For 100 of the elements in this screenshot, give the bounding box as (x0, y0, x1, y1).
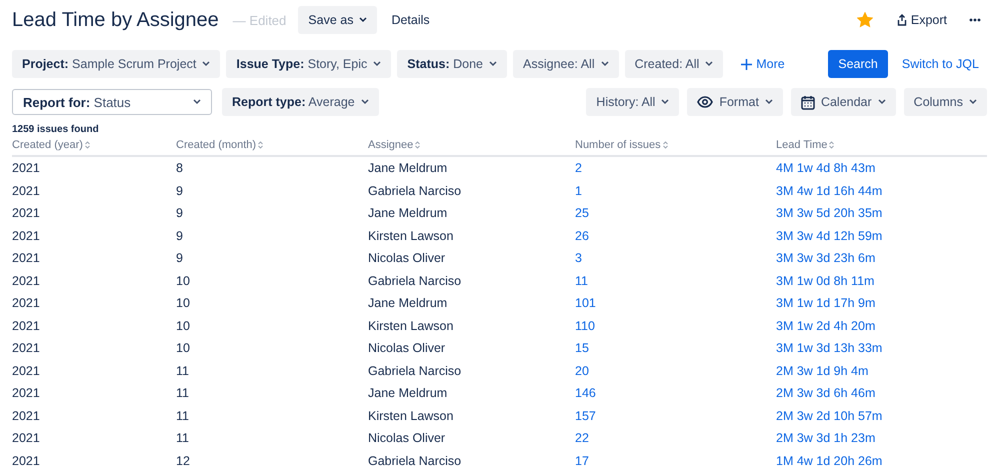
report-for-select[interactable]: Report for: Status (12, 89, 212, 115)
table-link[interactable]: 1 (575, 184, 582, 198)
sort-icon (415, 141, 420, 149)
switch-to-jql-link[interactable]: Switch to JQL (894, 50, 987, 78)
table-link[interactable]: 3M 1w 1d 17h 9m (776, 296, 876, 310)
table-cell: 11 (176, 431, 189, 446)
edited-status: — Edited (232, 12, 286, 28)
table-cell: 9 (176, 206, 183, 220)
chevron-down-icon (600, 61, 609, 67)
chevron-down-icon (489, 61, 497, 67)
table-cell: Gabriela Narciso (368, 184, 462, 198)
table-cell: 2021 (12, 161, 40, 176)
sort-icon (662, 141, 668, 149)
eye-icon (697, 96, 714, 108)
table-cell: 2021 (12, 318, 40, 333)
table-cell: Kirsten Lawson (368, 228, 454, 243)
table-link[interactable]: 2M 3w 1d 9h 4m (776, 364, 868, 378)
table-cell: 10 (176, 318, 190, 333)
table-cell: 10 (176, 274, 190, 288)
table-cell: 2021 (12, 454, 40, 468)
table-link[interactable]: 11 (575, 274, 588, 288)
table-link[interactable]: 2M 3w 3d 1h 23m (776, 431, 876, 446)
table-cell: Jane Meldrum (368, 206, 448, 220)
table-link[interactable]: 3M 3w 3d 23h 6m (776, 251, 876, 266)
filter-dropdown[interactable]: Issue Type: Story, Epic (226, 50, 392, 78)
view-option-button[interactable]: History: All (586, 88, 680, 116)
table-link[interactable]: 20 (575, 364, 589, 378)
column-header[interactable]: Created (month) (176, 135, 368, 157)
column-header[interactable]: Created (year) (12, 135, 176, 157)
table-link[interactable]: 3 (575, 251, 582, 266)
table-cell: 2021 (12, 206, 40, 220)
table-link[interactable]: 25 (575, 206, 589, 220)
more-filters-button[interactable]: More (733, 50, 793, 78)
more-icon[interactable] (969, 18, 981, 22)
report-type-dropdown[interactable]: Report type: Average (222, 88, 379, 116)
chevron-down-icon (661, 99, 670, 105)
view-option-button[interactable]: Calendar (790, 88, 896, 116)
sort-icon (84, 141, 90, 149)
table-cell: 11 (176, 386, 189, 400)
share-icon (896, 14, 907, 26)
table-cell: Jane Meldrum (368, 296, 448, 310)
chevron-down-icon (360, 99, 369, 105)
plus-icon (741, 58, 752, 70)
view-option-button[interactable]: Format (687, 88, 783, 116)
column-header[interactable]: Lead Time (776, 135, 987, 157)
table-link[interactable]: 146 (575, 386, 596, 400)
table-cell: Kirsten Lawson (368, 408, 454, 423)
table-link[interactable]: 157 (575, 408, 596, 423)
table-link[interactable]: 3M 3w 5d 20h 35m (776, 206, 882, 220)
filter-dropdown[interactable]: Project: Sample Scrum Project (12, 50, 220, 78)
table-link[interactable]: 22 (575, 431, 589, 446)
table-cell: 2021 (12, 408, 40, 423)
report-title: Lead Time by Assignee (12, 8, 219, 32)
table-link[interactable]: 3M 3w 4d 12h 59m (776, 228, 882, 243)
table-cell: 2021 (12, 274, 40, 288)
table-link[interactable]: 2 (575, 161, 582, 176)
table-cell: 9 (176, 228, 183, 243)
table-link[interactable]: 1M 4w 1d 20h 26m (776, 454, 882, 468)
table-link[interactable]: 101 (575, 296, 596, 310)
table-link[interactable]: 3M 4w 1d 16h 44m (776, 184, 882, 198)
table-link[interactable]: 15 (575, 341, 589, 356)
table-cell: Nicolas Oliver (368, 341, 446, 356)
table-link[interactable]: 2M 3w 3d 6h 46m (776, 386, 876, 400)
table-link[interactable]: 3M 1w 0d 8h 11m (776, 274, 874, 288)
view-option-button[interactable]: Columns (904, 88, 987, 116)
table-cell: 11 (176, 408, 189, 423)
chevron-down-icon (359, 17, 368, 23)
save-as-button[interactable]: Save as (298, 6, 378, 34)
column-header[interactable]: Assignee (368, 135, 575, 157)
export-button[interactable]: Export (888, 6, 955, 34)
table-cell: 10 (176, 296, 190, 310)
chevron-down-icon (969, 99, 977, 105)
table-cell: 2021 (12, 431, 40, 446)
chevron-down-icon (764, 99, 773, 105)
calendar-icon (800, 94, 815, 110)
table-cell: 9 (176, 251, 183, 266)
details-link[interactable]: Details (383, 6, 438, 34)
table-cell: 2021 (12, 184, 40, 198)
filter-dropdown[interactable]: Created: All (624, 50, 724, 78)
table-cell: 2021 (12, 296, 40, 310)
table-cell: 2021 (12, 251, 40, 266)
table-link[interactable]: 3M 1w 2d 4h 20m (776, 318, 876, 333)
table-cell: 9 (176, 184, 183, 198)
table-link[interactable]: 26 (575, 228, 589, 243)
table-cell: 11 (176, 364, 189, 378)
chevron-down-icon (705, 61, 714, 67)
table-link[interactable]: 2M 3w 2d 10h 57m (776, 408, 882, 423)
filter-dropdown[interactable]: Assignee: All (513, 50, 619, 78)
filter-dropdown[interactable]: Status: Done (397, 50, 507, 78)
table-link[interactable]: 4M 1w 4d 8h 43m (776, 161, 876, 176)
table-link[interactable]: 3M 1w 3d 13h 33m (776, 341, 882, 356)
table-cell: Kirsten Lawson (368, 318, 454, 333)
column-header[interactable]: Number of issues (575, 135, 776, 157)
table-link[interactable]: 110 (575, 318, 595, 333)
search-button[interactable]: Search (828, 50, 888, 78)
table-link[interactable]: 17 (575, 454, 589, 468)
table-cell: Gabriela Narciso (368, 454, 462, 468)
table-cell: Nicolas Oliver (368, 431, 446, 446)
chevron-down-icon (193, 99, 201, 105)
star-icon[interactable] (856, 12, 873, 28)
